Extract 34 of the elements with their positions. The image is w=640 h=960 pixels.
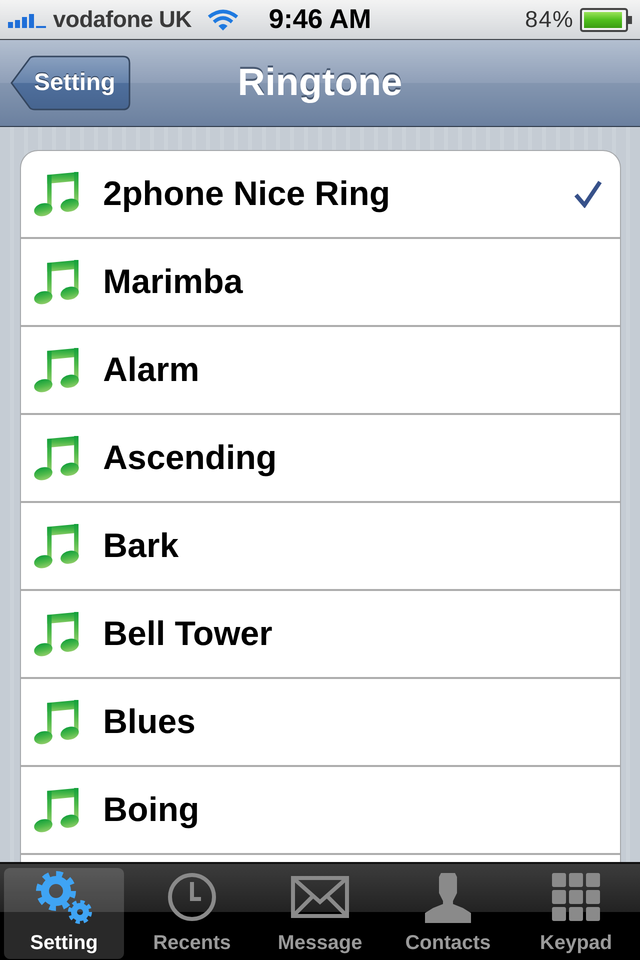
ringtone-item[interactable]: 2phone Nice Ring — [21, 151, 620, 239]
music-note-icon — [33, 523, 79, 569]
ringtone-item[interactable]: Boing — [21, 767, 620, 855]
ringtone-item[interactable]: Alarm — [21, 327, 620, 415]
ringtone-item[interactable]: Ascending — [21, 415, 620, 503]
tab-bar-item[interactable]: Recents — [132, 868, 252, 959]
clock-icon — [167, 872, 217, 922]
ringtone-item[interactable]: Marimba — [21, 239, 620, 327]
keypad-icon — [552, 873, 600, 921]
tab-bar-item[interactable]: Setting — [4, 868, 124, 959]
wifi-icon — [206, 8, 239, 30]
music-note-icon — [33, 259, 79, 305]
gears-icon — [34, 869, 94, 925]
person-icon — [425, 871, 471, 923]
screen-title: Ringtone — [238, 62, 402, 104]
music-note-icon — [33, 699, 79, 745]
ringtone-item[interactable]: Bell Tower — [21, 591, 620, 679]
tab-bar-item[interactable]: Keypad — [516, 868, 636, 959]
music-note-icon — [33, 787, 79, 833]
battery-icon — [580, 8, 632, 32]
ringtone-item[interactable]: Blues — [21, 679, 620, 767]
tab-bar-item[interactable]: Message — [260, 868, 380, 959]
battery-percentage: 84% — [524, 6, 574, 33]
music-note-icon — [33, 347, 79, 393]
music-note-icon — [33, 611, 79, 657]
music-note-icon — [33, 171, 79, 217]
signal-bars-icon — [8, 12, 46, 28]
back-button[interactable]: Setting — [10, 55, 131, 111]
music-note-icon — [33, 435, 79, 481]
clock-time: 9:46 AM — [268, 4, 372, 35]
ringtone-item[interactable]: Bark — [21, 503, 620, 591]
tab-bar-item[interactable]: Contacts — [388, 868, 508, 959]
envelope-icon — [291, 876, 349, 918]
carrier-name: vodafone UK — [53, 6, 192, 33]
